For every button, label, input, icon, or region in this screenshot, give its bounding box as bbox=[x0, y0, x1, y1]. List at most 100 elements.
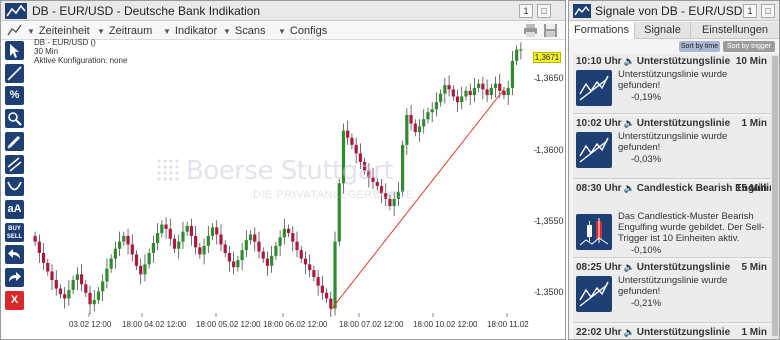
signal-item[interactable]: 10:10 Uhr 🔈 Unterstützungslinie 10 Min Unter… bbox=[573, 54, 771, 114]
print-icon[interactable] bbox=[523, 23, 538, 38]
maximize-button[interactable]: □ bbox=[537, 4, 551, 18]
speaker-icon[interactable]: 🔈 bbox=[624, 327, 635, 337]
signal-time: 10:10 Uhr bbox=[576, 56, 622, 67]
candle-body bbox=[143, 264, 147, 275]
candle-body bbox=[41, 252, 46, 263]
candle-body bbox=[417, 126, 422, 133]
sort-by-trigger-button[interactable]: Sort by trigger bbox=[723, 41, 775, 52]
candle-body bbox=[295, 241, 299, 251]
signal-name: Unterstützungslinie bbox=[636, 56, 731, 67]
arc-icon bbox=[7, 181, 22, 191]
signals-scrollbar[interactable] bbox=[771, 54, 779, 339]
candle-body bbox=[46, 262, 50, 272]
candle-body bbox=[240, 250, 244, 261]
x-tick-label: 18:00 10.02 12:00 bbox=[413, 320, 478, 329]
arc-tool[interactable] bbox=[5, 177, 24, 197]
signal-item[interactable]: 08:30 Uhr 🔈 Candlestick Bearish Engulfing 1… bbox=[573, 181, 771, 258]
candle-body bbox=[37, 241, 41, 253]
candle-body bbox=[33, 235, 37, 242]
text-size-icon: aA bbox=[7, 202, 22, 215]
candle-body bbox=[168, 228, 172, 239]
signal-item[interactable]: 10:02 Uhr 🔈 Unterstützungslinie 1 Min Unters… bbox=[573, 116, 771, 179]
signal-interval: 10 Min bbox=[735, 56, 767, 67]
candle-body bbox=[286, 228, 291, 234]
window-number-button[interactable]: 1 bbox=[519, 4, 533, 18]
candle-body bbox=[67, 289, 71, 299]
candle-body bbox=[257, 241, 261, 252]
tab-formations[interactable]: Formations bbox=[569, 22, 635, 39]
scrollbar-thumb[interactable] bbox=[772, 56, 778, 336]
candle-body bbox=[489, 87, 493, 96]
search-tool[interactable] bbox=[5, 109, 24, 129]
support-line-icon bbox=[576, 70, 612, 106]
candle-body bbox=[316, 277, 320, 286]
trend-line-icon bbox=[7, 66, 22, 81]
candle-body bbox=[96, 291, 101, 300]
legend-interval: 30 Min bbox=[34, 47, 59, 56]
menu-timeframe[interactable]: ▼ Zeiteinheit bbox=[27, 25, 90, 37]
candle-body bbox=[105, 268, 109, 282]
signals-tabs: Formations Signale Einstellungen bbox=[569, 22, 779, 39]
candle-body bbox=[329, 298, 333, 309]
candle-body bbox=[113, 248, 117, 259]
cursor-arrow-tool[interactable] bbox=[5, 41, 24, 60]
watermark-brand: Boerse Stuttgart bbox=[186, 156, 394, 186]
candle-body bbox=[439, 93, 443, 103]
chart-window-title: DB - EUR/USD - Deutsche Bank Indikation bbox=[32, 4, 261, 18]
candle-body bbox=[324, 292, 329, 299]
menu-period[interactable]: ▼ Zeitraum bbox=[97, 25, 152, 37]
candle-body bbox=[506, 87, 510, 96]
y-tick-label: 1,3500 bbox=[536, 286, 564, 297]
candle-body bbox=[227, 252, 232, 262]
candle-body bbox=[485, 89, 489, 96]
signal-item[interactable]: 22:02 Uhr 🔈 Unterstützungslinie 1 Min bbox=[573, 325, 771, 339]
menu-configs[interactable]: ▼ Configs bbox=[278, 25, 327, 37]
candle-body bbox=[54, 280, 58, 289]
speaker-icon[interactable]: 🔈 bbox=[624, 56, 635, 66]
window-number-button[interactable]: 1 bbox=[743, 4, 757, 18]
candle-body bbox=[248, 234, 253, 241]
percent-tool[interactable]: % bbox=[5, 86, 24, 106]
candle-body bbox=[460, 96, 464, 103]
pencil-tool[interactable] bbox=[5, 131, 24, 151]
signal-time: 08:25 Uhr bbox=[576, 262, 622, 273]
candle-body bbox=[172, 238, 177, 249]
sort-by-time-button[interactable]: Sort by time bbox=[679, 41, 720, 52]
candle-body bbox=[333, 241, 337, 309]
candle-body bbox=[101, 281, 105, 292]
undo-tool[interactable] bbox=[5, 245, 24, 265]
dropdown-arrow-icon: ▼ bbox=[27, 27, 35, 36]
y-tick-label: 1,3550 bbox=[536, 215, 564, 226]
x-tick-label: 18:00 07.02 12:00 bbox=[339, 320, 404, 329]
speaker-icon[interactable]: 🔈 bbox=[624, 262, 635, 272]
speaker-icon[interactable]: 🔈 bbox=[624, 118, 635, 128]
candle-body bbox=[236, 260, 240, 268]
menu-scans[interactable]: ▼ Scans bbox=[223, 25, 266, 37]
buy-sell-tool[interactable]: BUY SELL bbox=[5, 222, 24, 242]
candle-body bbox=[468, 90, 472, 96]
signal-item[interactable]: 08:25 Uhr 🔈 Unterstützungslinie 5 Min Unters… bbox=[573, 260, 771, 323]
delete-icon: X bbox=[10, 293, 19, 306]
candle-body bbox=[299, 250, 303, 259]
candle-body bbox=[92, 299, 96, 305]
search-icon bbox=[8, 112, 22, 126]
candle-body bbox=[447, 85, 451, 90]
trend-line-tool[interactable] bbox=[5, 63, 24, 83]
signal-time: 22:02 Uhr bbox=[576, 327, 622, 338]
signal-header: 10:02 Uhr 🔈 Unterstützungslinie bbox=[576, 118, 768, 129]
redo-tool[interactable] bbox=[5, 268, 24, 287]
menu-indicator[interactable]: ▼ Indikator bbox=[163, 25, 217, 37]
speaker-icon[interactable]: 🔈 bbox=[624, 183, 635, 193]
dropdown-arrow-icon: ▼ bbox=[97, 27, 105, 36]
maximize-button[interactable]: □ bbox=[761, 4, 775, 18]
dropdown-arrow-icon: ▼ bbox=[223, 27, 231, 36]
tab-signale[interactable]: Signale bbox=[635, 22, 691, 39]
tab-einstellungen[interactable]: Einstellungen bbox=[691, 22, 779, 39]
buy-sell-icon: BUY SELL bbox=[6, 225, 23, 240]
delete-tool[interactable]: X bbox=[5, 290, 24, 310]
parallel-lines-tool[interactable] bbox=[5, 154, 24, 174]
chart-type-icon[interactable] bbox=[7, 23, 22, 38]
save-icon[interactable] bbox=[543, 23, 558, 38]
dropdown-arrow-icon: ▼ bbox=[163, 27, 171, 36]
text-size-tool[interactable]: aA bbox=[5, 199, 24, 219]
